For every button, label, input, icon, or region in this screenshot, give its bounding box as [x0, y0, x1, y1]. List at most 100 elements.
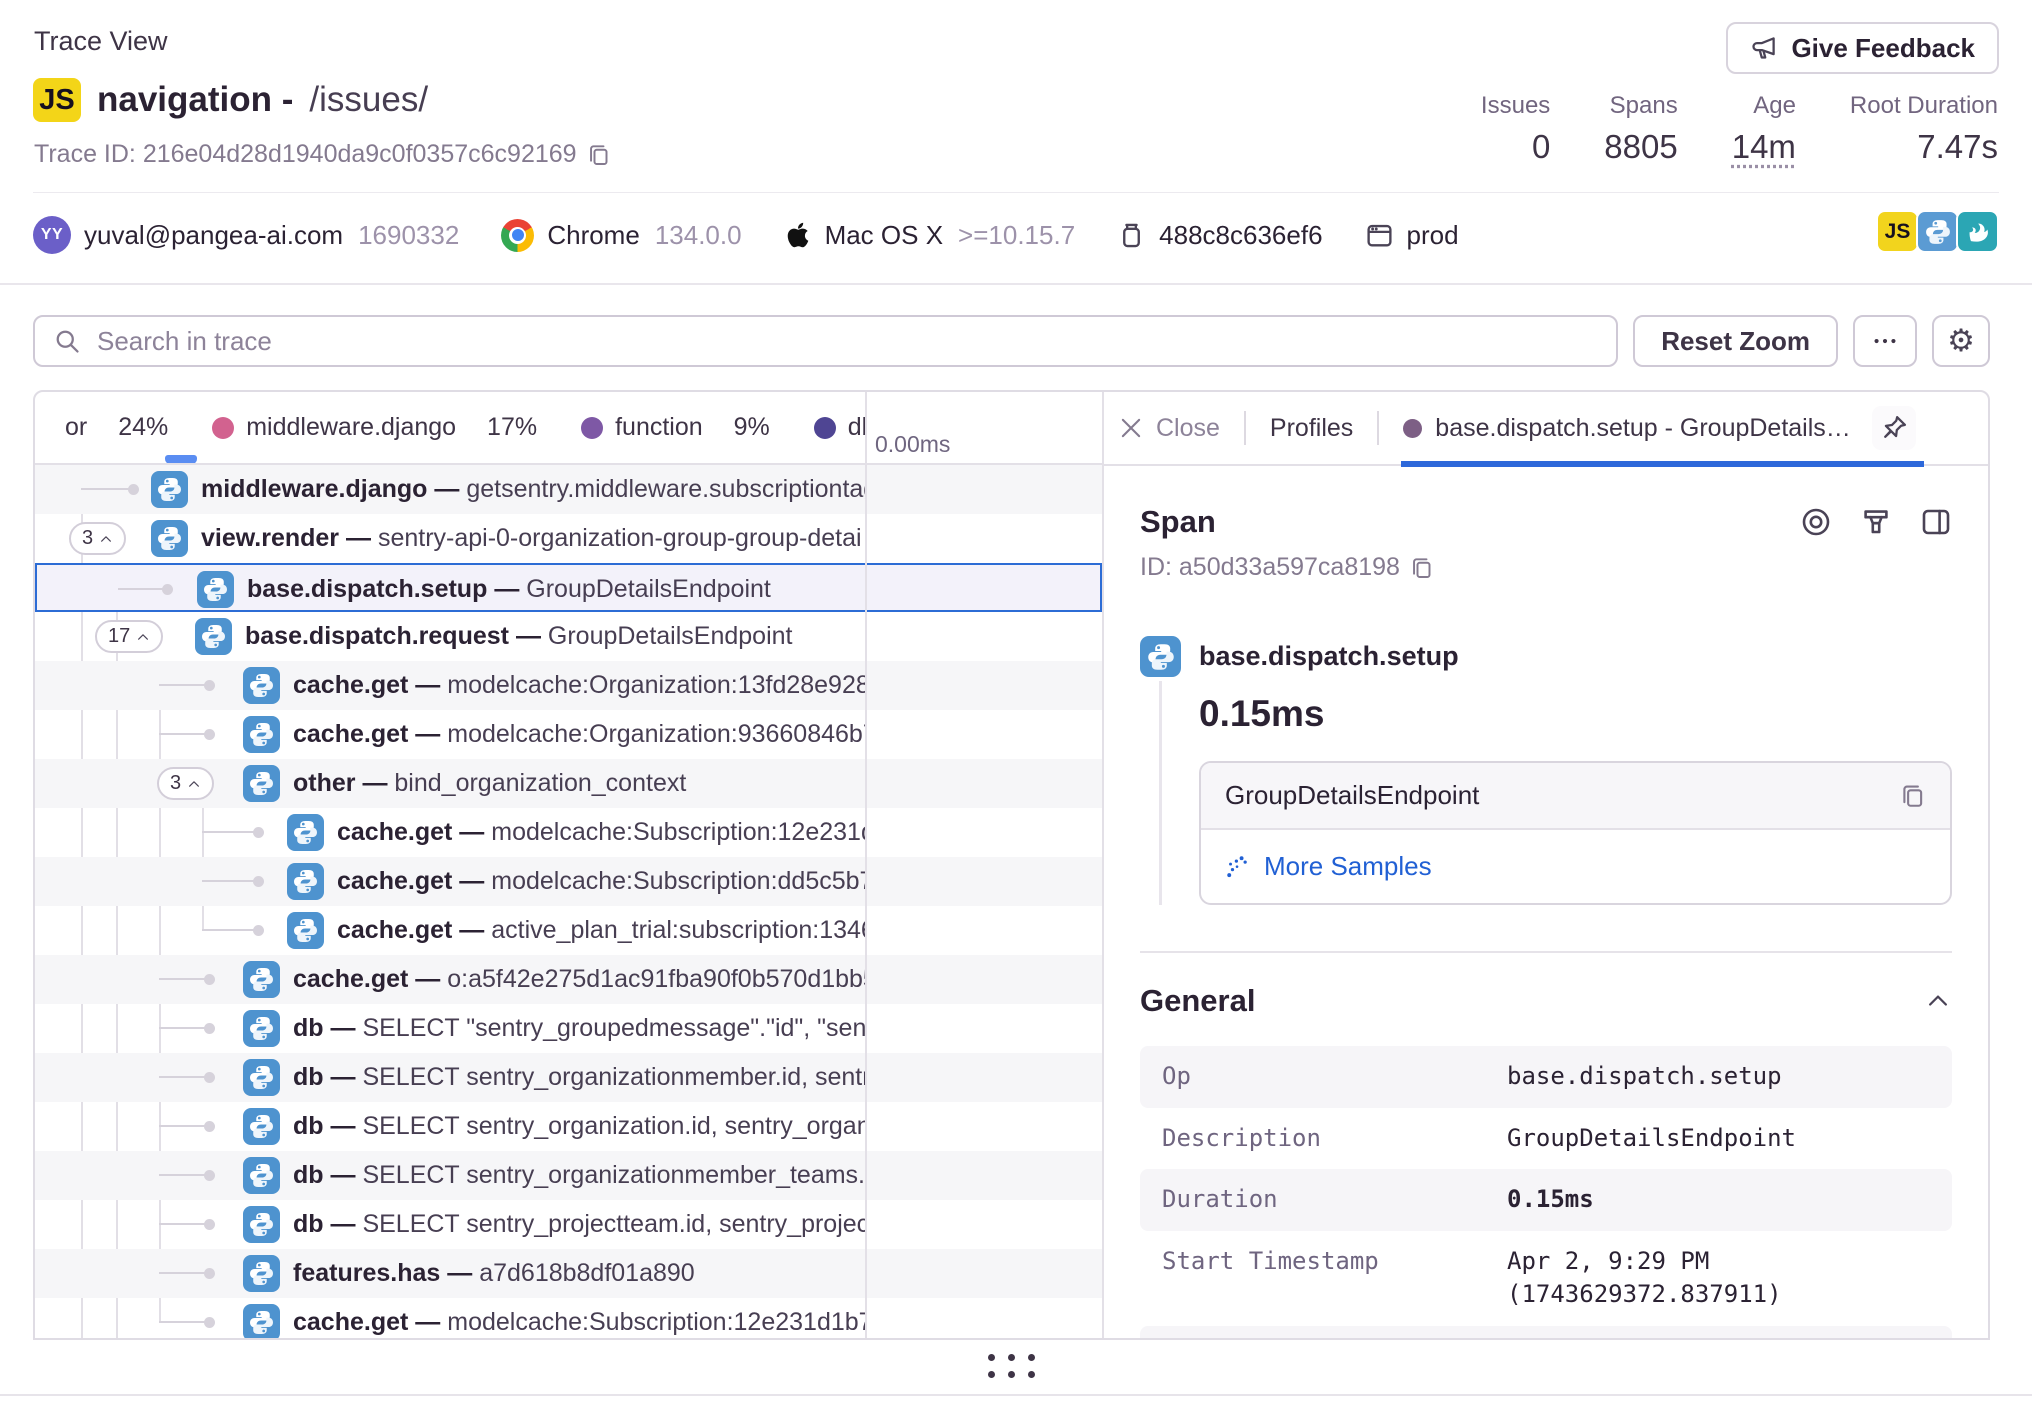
span-description: sentry-api-0-organization-group-group-de…	[378, 524, 862, 552]
trace-span-row[interactable]: db — SELECT sentry_projectteam.id, sentr…	[35, 1200, 865, 1249]
section-divider	[1140, 951, 1952, 953]
waterfall-rows	[867, 465, 1102, 1338]
trace-span-row[interactable]: db — SELECT sentry_organizationmember.id…	[35, 1053, 865, 1102]
search-box[interactable]	[33, 315, 1618, 367]
trace-span-row[interactable]: 17base.dispatch.request — GroupDetailsEn…	[35, 612, 865, 661]
tree-connector	[202, 929, 254, 931]
span-duration: 0.15ms	[1199, 681, 1952, 761]
trace-span-row[interactable]: cache.get — modelcache:Subscription:12e2…	[35, 1298, 865, 1338]
environment-value: prod	[1407, 220, 1459, 251]
stat-value: 0	[1532, 128, 1550, 166]
meta-divider	[0, 283, 2032, 285]
drag-handle[interactable]	[988, 1354, 1035, 1378]
collapse-chip[interactable]: 3	[157, 767, 214, 800]
more-options-button[interactable]	[1853, 315, 1917, 367]
trace-span-row[interactable]: db — SELECT sentry_organization.id, sent…	[35, 1102, 865, 1151]
waterfall-row[interactable]	[867, 1249, 1102, 1298]
span-op: cache.get	[337, 867, 452, 895]
waterfall-header: 0.00ms	[867, 392, 1102, 465]
more-samples-link[interactable]: More Samples	[1201, 830, 1950, 903]
trace-span-row[interactable]: cache.get — modelcache:Subscription:12e2…	[35, 808, 865, 857]
funnel-icon[interactable]	[1860, 506, 1892, 538]
trace-span-row[interactable]: base.dispatch.setup — GroupDetailsEndpoi…	[35, 563, 865, 612]
span-row-label: features.has — a7d618b8df01a890	[293, 1259, 695, 1288]
reset-zoom-button[interactable]: Reset Zoom	[1633, 315, 1838, 367]
span-description: o:a5f42e275d1ac91fba90f0b570d1bb56	[447, 965, 865, 993]
pin-tab-button[interactable]	[1872, 406, 1916, 450]
focus-ring-icon[interactable]	[1800, 506, 1832, 538]
tab-profiles[interactable]: Profiles	[1270, 414, 1353, 443]
legend-item[interactable]: db.redis 8%	[814, 413, 865, 442]
trace-span-row[interactable]: cache.get — modelcache:Organization:13fd…	[35, 661, 865, 710]
waterfall-row[interactable]	[867, 514, 1102, 563]
waterfall-row[interactable]	[867, 857, 1102, 906]
general-section-header[interactable]: General	[1140, 983, 1952, 1019]
waterfall-row[interactable]	[867, 906, 1102, 955]
trace-span-row[interactable]: cache.get — o:a5f42e275d1ac91fba90f0b570…	[35, 955, 865, 1004]
close-tab-button[interactable]: Close	[1118, 414, 1220, 443]
panel-resize-bar	[33, 1340, 1990, 1392]
stat-value-age[interactable]: 14m	[1732, 128, 1796, 166]
trace-span-row[interactable]: features.has — a7d618b8df01a890	[35, 1249, 865, 1298]
tree-connector	[159, 1076, 205, 1078]
trace-id-text: Trace ID: 216e04d28d1940da9c0f0357c6c921…	[34, 140, 577, 169]
trace-id-line: Trace ID: 216e04d28d1940da9c0f0357c6c921…	[34, 140, 611, 169]
chevron-up-icon	[99, 532, 113, 546]
window-icon	[1365, 221, 1394, 250]
waterfall-row[interactable]	[867, 1004, 1102, 1053]
copy-icon[interactable]	[1410, 556, 1434, 580]
general-row: End TimestampApr 2, 9:29 PM(1743629372.8…	[1140, 1326, 1952, 1338]
python-icon	[151, 471, 188, 508]
python-icon	[243, 1304, 280, 1338]
tree-connector	[159, 1321, 205, 1323]
tab-span-active[interactable]: base.dispatch.setup - GroupDetails…	[1403, 392, 1922, 465]
waterfall-row[interactable]	[867, 1102, 1102, 1151]
general-key: Description	[1162, 1122, 1507, 1156]
ops-breakdown-legend: or 24% middleware.django 17% function 9%…	[35, 392, 865, 465]
span-description: SELECT sentry_organizationmember_teams.i…	[362, 1161, 865, 1189]
trace-view-page: Trace View Give Feedback JS navigation -…	[0, 0, 2032, 1404]
tree-connector	[159, 1223, 205, 1225]
tree-connector	[159, 733, 205, 735]
waterfall-row[interactable]	[867, 661, 1102, 710]
trace-span-row[interactable]: middleware.django — getsentry.middleware…	[35, 465, 865, 514]
waterfall-row[interactable]	[867, 1053, 1102, 1102]
chevron-up-icon	[136, 630, 150, 644]
waterfall-row[interactable]	[867, 465, 1102, 514]
give-feedback-button[interactable]: Give Feedback	[1726, 22, 1999, 74]
trace-span-row[interactable]: cache.get — active_plan_trial:subscripti…	[35, 906, 865, 955]
span-row-label: db — SELECT sentry_organization.id, sent…	[293, 1112, 865, 1141]
waterfall-row[interactable]	[867, 1151, 1102, 1200]
trace-span-row[interactable]: db — SELECT sentry_organizationmember_te…	[35, 1151, 865, 1200]
trace-span-row[interactable]: 3view.render — sentry-api-0-organization…	[35, 514, 865, 563]
copy-icon[interactable]	[1900, 783, 1926, 809]
stat-label: Root Duration	[1850, 92, 1998, 120]
waterfall-row[interactable]	[867, 955, 1102, 1004]
copy-icon[interactable]	[587, 143, 611, 167]
legend-item[interactable]: middleware.django 17%	[212, 413, 537, 442]
waterfall-row[interactable]	[867, 612, 1102, 661]
trace-span-row[interactable]: db — SELECT "sentry_groupedmessage"."id"…	[35, 1004, 865, 1053]
megaphone-icon	[1750, 34, 1778, 62]
trace-span-row[interactable]: cache.get — modelcache:Organization:9366…	[35, 710, 865, 759]
waterfall-row[interactable]	[867, 808, 1102, 857]
waterfall-row[interactable]	[867, 563, 1102, 612]
waterfall-row[interactable]	[867, 759, 1102, 808]
trace-span-row[interactable]: 3other — bind_organization_context	[35, 759, 865, 808]
waterfall-row[interactable]	[867, 1200, 1102, 1249]
search-input[interactable]	[95, 325, 1616, 358]
collapse-chip[interactable]: 17	[95, 620, 163, 653]
python-icon	[243, 1157, 280, 1194]
trace-title-row: JS navigation - /issues/	[33, 78, 428, 122]
legend-item[interactable]: or 24%	[65, 413, 168, 442]
settings-button[interactable]: ⚙	[1932, 315, 1990, 367]
waterfall-row[interactable]	[867, 1298, 1102, 1340]
general-key: Start Timestamp	[1162, 1245, 1507, 1312]
legend-item[interactable]: function 9%	[581, 413, 770, 442]
split-panel-icon[interactable]	[1920, 506, 1952, 538]
waterfall-row[interactable]	[867, 710, 1102, 759]
trace-span-row[interactable]: cache.get — modelcache:Subscription:dd5c…	[35, 857, 865, 906]
general-value: 0.15ms	[1507, 1183, 1594, 1217]
collapse-chip[interactable]: 3	[69, 522, 126, 555]
python-icon	[243, 1059, 280, 1096]
